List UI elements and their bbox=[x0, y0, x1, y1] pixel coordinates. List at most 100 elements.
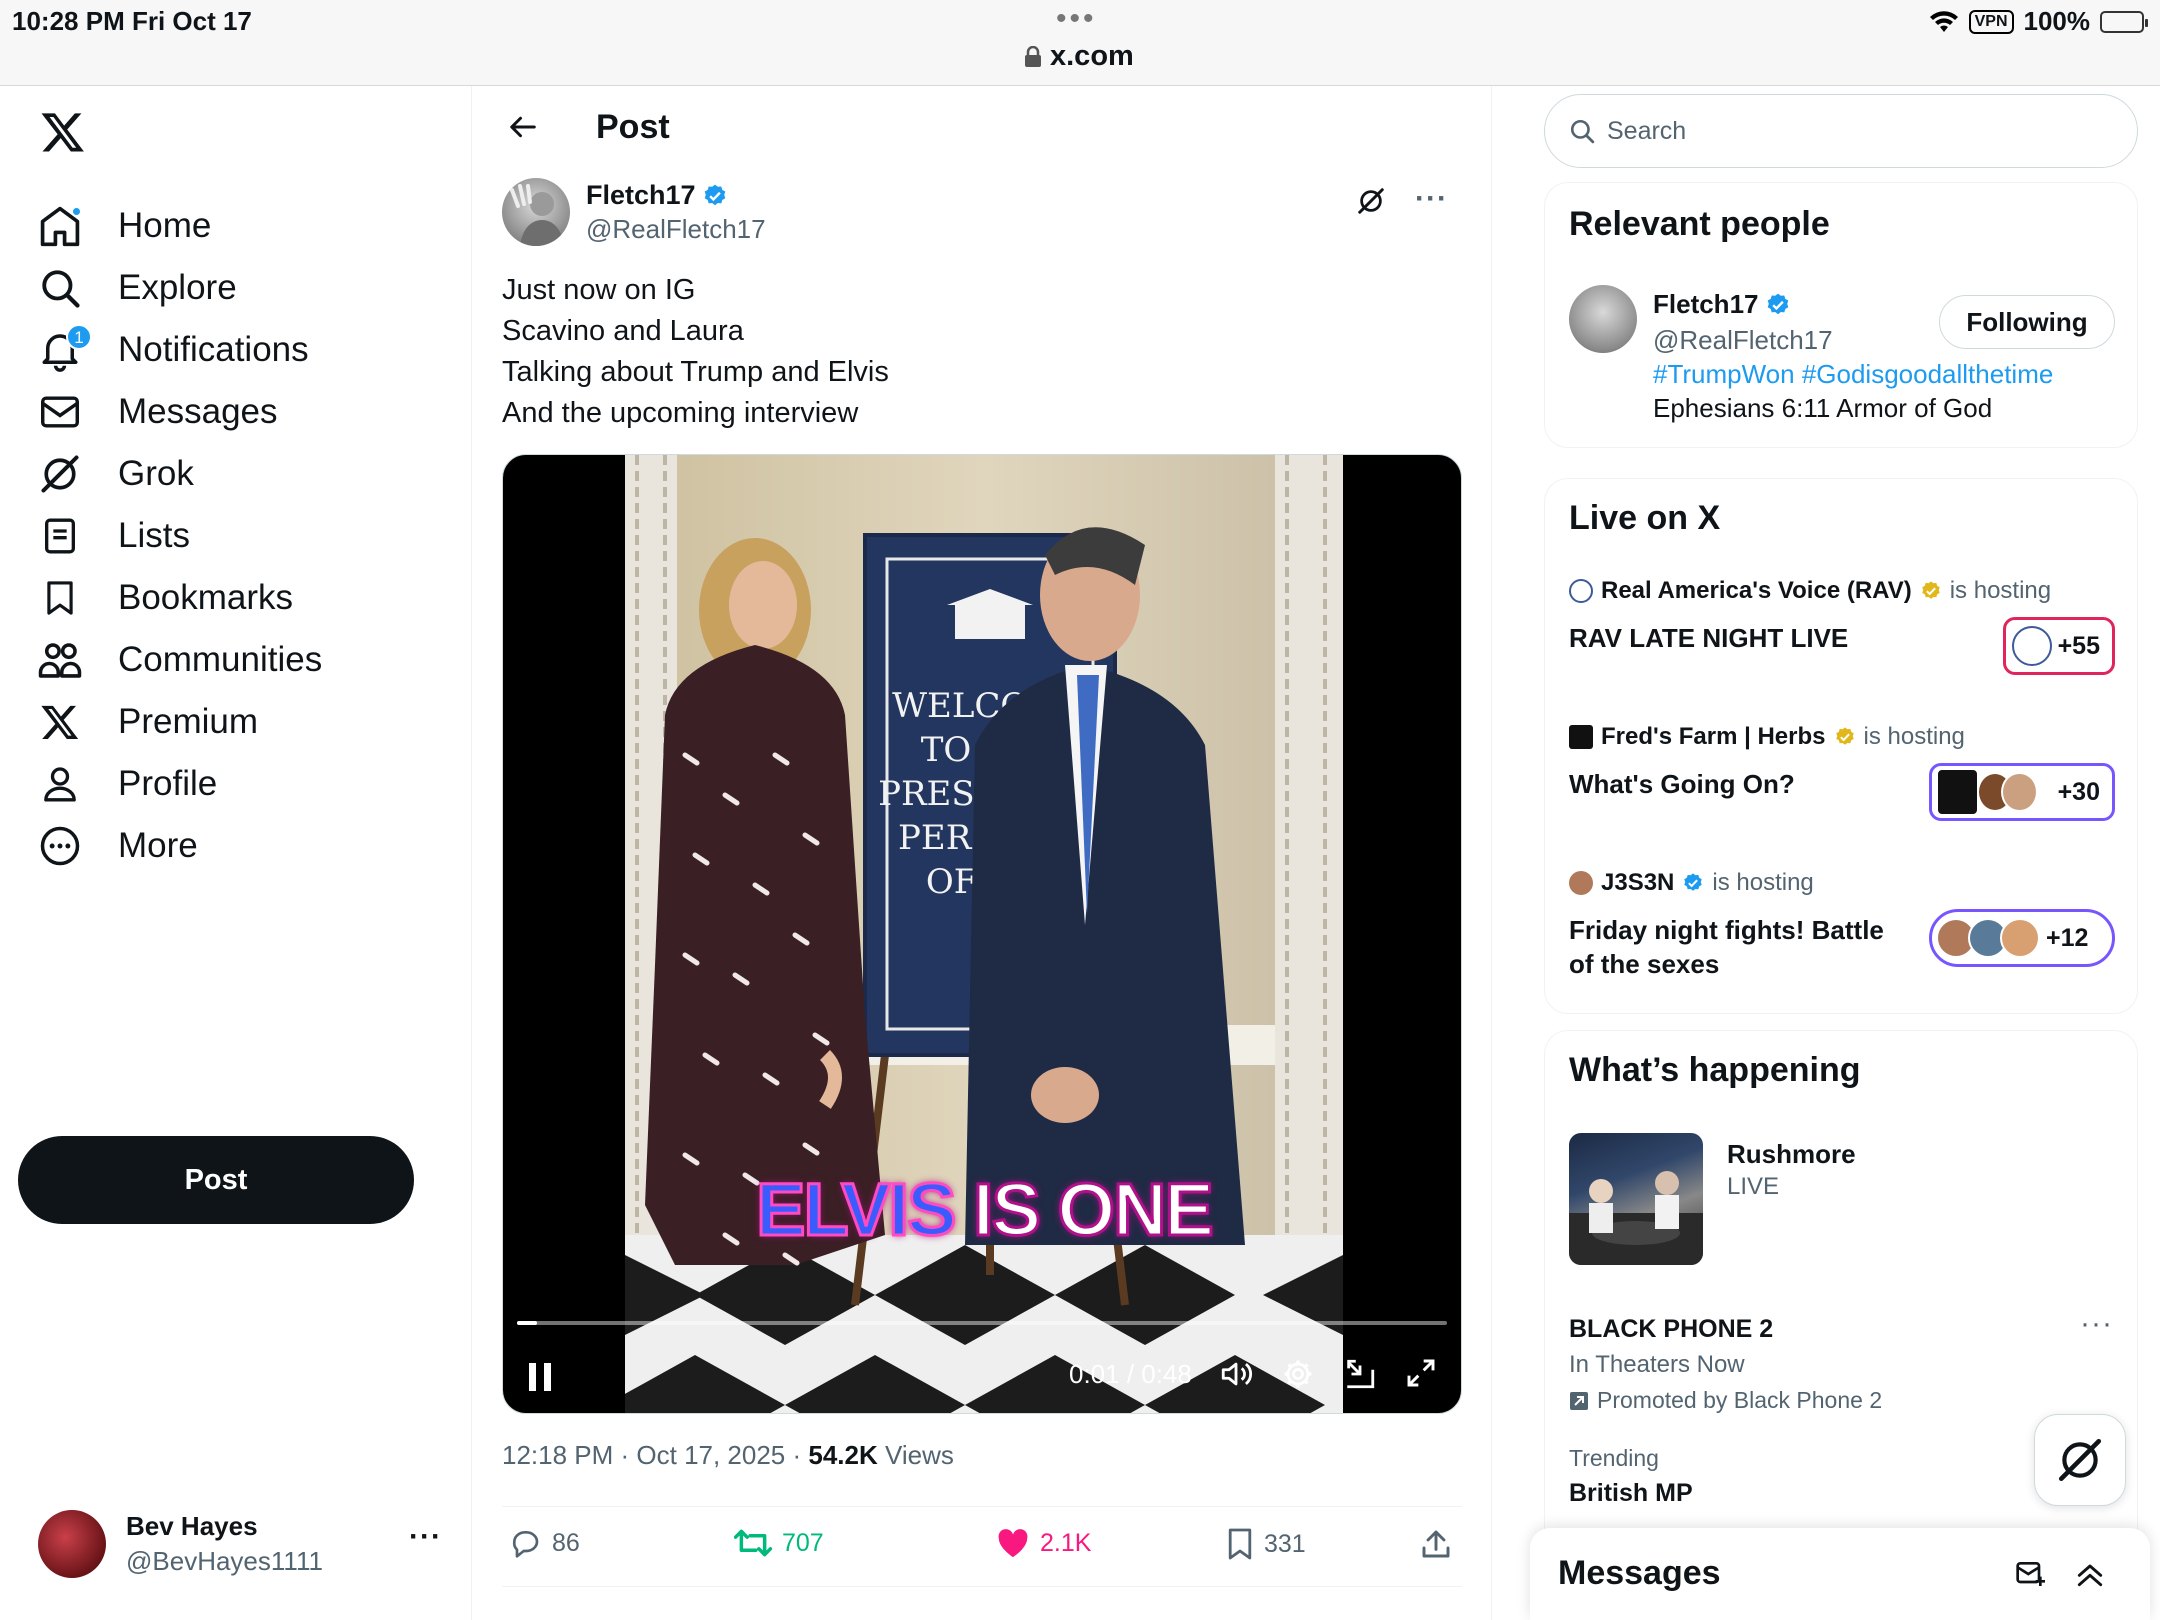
vpn-indicator: VPN bbox=[1968, 9, 2014, 34]
bell-icon: 1 bbox=[36, 324, 92, 374]
pause-icon[interactable] bbox=[527, 1361, 553, 1393]
trend-title[interactable]: British MP bbox=[1569, 1479, 1693, 1508]
is-hosting-label: is hosting bbox=[1863, 723, 1965, 750]
bookmark-button[interactable]: 331 bbox=[1226, 1527, 1306, 1561]
relevant-people-card: Relevant people Fletch17 @RealFletch17 #… bbox=[1544, 182, 2138, 448]
more-icon[interactable]: ··· bbox=[2080, 1307, 2113, 1341]
account-switcher[interactable]: Bev Hayes @BevHayes1111 ··· bbox=[38, 1504, 448, 1584]
live-space-item[interactable]: Fred's Farm | Herbs is hosting What's Go… bbox=[1569, 723, 2115, 821]
sidebar-item-home[interactable]: Home bbox=[36, 194, 211, 258]
search-icon bbox=[36, 264, 84, 312]
post-text: Just now on IG Scavino and Laura Talking… bbox=[502, 270, 889, 434]
share-button[interactable] bbox=[1420, 1527, 1452, 1561]
search-box[interactable] bbox=[1544, 94, 2138, 168]
address-bar[interactable]: x.com bbox=[1024, 40, 1134, 73]
post-text-line: Just now on IG bbox=[502, 274, 696, 306]
post-text-line: Talking about Trump and Elvis bbox=[502, 356, 889, 388]
sidebar-item-label: More bbox=[118, 826, 198, 865]
post-header: Post bbox=[472, 86, 1491, 174]
share-icon bbox=[1422, 1530, 1450, 1558]
person-handle[interactable]: @RealFletch17 bbox=[1653, 325, 1833, 356]
sidebar-item-profile[interactable]: Profile bbox=[36, 752, 217, 816]
more-circle-icon bbox=[36, 822, 84, 870]
search-icon bbox=[1570, 119, 1595, 144]
space-title: What's Going On? bbox=[1569, 769, 1795, 799]
avatar[interactable] bbox=[502, 178, 570, 246]
verified-badge-icon bbox=[1767, 293, 1788, 314]
reply-button[interactable]: 86 bbox=[508, 1527, 580, 1559]
repost-button[interactable]: 707 bbox=[734, 1527, 824, 1559]
promo-subtitle: In Theaters Now bbox=[1569, 1351, 1745, 1378]
search-input[interactable] bbox=[1607, 116, 2087, 146]
space-title: RAV LATE NIGHT LIVE bbox=[1569, 623, 1849, 653]
author-name[interactable]: Fletch17 bbox=[586, 180, 728, 211]
bookmark-icon bbox=[1228, 1528, 1252, 1560]
reply-count: 86 bbox=[552, 1528, 580, 1557]
live-space-item[interactable]: Real America's Voice (RAV) is hosting RA… bbox=[1569, 577, 2115, 675]
sidebar-item-premium[interactable]: Premium bbox=[36, 690, 258, 754]
status-time: 10:28 PM Fri Oct 17 bbox=[12, 6, 252, 36]
post-text-line: Scavino and Laura bbox=[502, 315, 744, 347]
envelope-icon bbox=[36, 388, 84, 436]
sidebar-item-messages[interactable]: Messages bbox=[36, 380, 278, 444]
sidebar-item-bookmarks[interactable]: Bookmarks bbox=[36, 566, 293, 630]
reply-icon bbox=[512, 1531, 539, 1558]
following-button[interactable]: Following bbox=[1939, 295, 2115, 349]
trend-thumbnail[interactable] bbox=[1569, 1133, 1703, 1265]
page-title: Post bbox=[596, 108, 670, 146]
sidebar-item-explore[interactable]: Explore bbox=[36, 256, 237, 320]
right-sidebar: Relevant people Fletch17 @RealFletch17 #… bbox=[1492, 86, 2160, 1620]
post-timestamp: 12:18 PM · Oct 17, 2025 · 54.2K Views bbox=[502, 1440, 954, 1471]
sidebar-item-notifications[interactable]: 1 Notifications bbox=[36, 318, 309, 382]
messages-drawer[interactable]: Messages bbox=[1530, 1528, 2150, 1620]
bookmark-count: 331 bbox=[1264, 1529, 1306, 1558]
video-progress-bar[interactable] bbox=[517, 1321, 1447, 1325]
sidebar-item-more[interactable]: More bbox=[36, 814, 198, 878]
like-count: 2.1K bbox=[1040, 1528, 1092, 1557]
bio-hashtags[interactable]: #TrumpWon #Godisgoodallthetime bbox=[1653, 359, 2053, 390]
listener-count: +12 bbox=[2046, 923, 2089, 952]
more-icon[interactable]: ··· bbox=[1415, 182, 1448, 216]
video-caption: ELVIS IS ONE bbox=[755, 1167, 1216, 1253]
view-count: 54.2K bbox=[808, 1440, 878, 1470]
volume-icon[interactable] bbox=[1219, 1357, 1253, 1391]
picture-in-picture-icon[interactable] bbox=[1343, 1357, 1377, 1391]
sidebar-item-lists[interactable]: Lists bbox=[36, 504, 190, 568]
gold-verified-icon bbox=[1922, 581, 1940, 599]
trend-title[interactable]: Rushmore bbox=[1727, 1139, 1856, 1170]
person-name[interactable]: Fletch17 bbox=[1653, 289, 1791, 320]
gold-verified-icon bbox=[1835, 727, 1854, 745]
sidebar-item-label: Profile bbox=[118, 764, 218, 803]
listener-pill: +55 bbox=[2002, 617, 2115, 675]
post-button[interactable]: Post bbox=[18, 1136, 414, 1224]
section-title: Relevant people bbox=[1569, 205, 1830, 243]
sidebar-item-label: Home bbox=[118, 206, 212, 245]
fullscreen-icon[interactable] bbox=[1405, 1357, 1437, 1389]
battery-percent: 100% bbox=[2023, 6, 2091, 36]
avatar[interactable] bbox=[1569, 285, 1637, 353]
space-title: Friday night fights! Battle of the sexes bbox=[1569, 915, 1884, 979]
new-message-icon[interactable] bbox=[2014, 1558, 2048, 1590]
sidebar-item-communities[interactable]: Communities bbox=[36, 628, 322, 692]
multitask-dots[interactable]: ••• bbox=[1056, 2, 1097, 36]
verified-badge-icon bbox=[1684, 873, 1703, 891]
sidebar-item-grok[interactable]: Grok bbox=[36, 442, 194, 506]
grok-icon[interactable] bbox=[1356, 186, 1386, 216]
sidebar-item-label: Explore bbox=[118, 268, 237, 307]
live-label: LIVE bbox=[1727, 1173, 1780, 1200]
notification-badge: 1 bbox=[66, 324, 92, 350]
author-handle[interactable]: @RealFletch17 bbox=[586, 214, 766, 245]
wifi-icon bbox=[1929, 10, 1958, 32]
promo-title[interactable]: BLACK PHONE 2 bbox=[1569, 1315, 1773, 1344]
settings-gear-icon[interactable] bbox=[1281, 1357, 1315, 1391]
grok-floating-button[interactable] bbox=[2034, 1414, 2126, 1506]
post-text-line: And the upcoming interview bbox=[502, 397, 859, 429]
back-arrow-icon[interactable] bbox=[506, 112, 540, 142]
like-button[interactable]: 2.1K bbox=[996, 1527, 1091, 1559]
chevron-up-icon[interactable] bbox=[2074, 1558, 2106, 1590]
video-player[interactable]: WELCOME TO THE PRESIDENT' PERSONN OFFIC! bbox=[502, 454, 1462, 1414]
listener-pill: +30 bbox=[1929, 763, 2115, 821]
more-icon[interactable]: ··· bbox=[409, 1520, 442, 1554]
live-space-item[interactable]: J3S3N is hosting Friday night fights! Ba… bbox=[1569, 869, 2115, 979]
x-logo-icon[interactable] bbox=[40, 108, 86, 156]
